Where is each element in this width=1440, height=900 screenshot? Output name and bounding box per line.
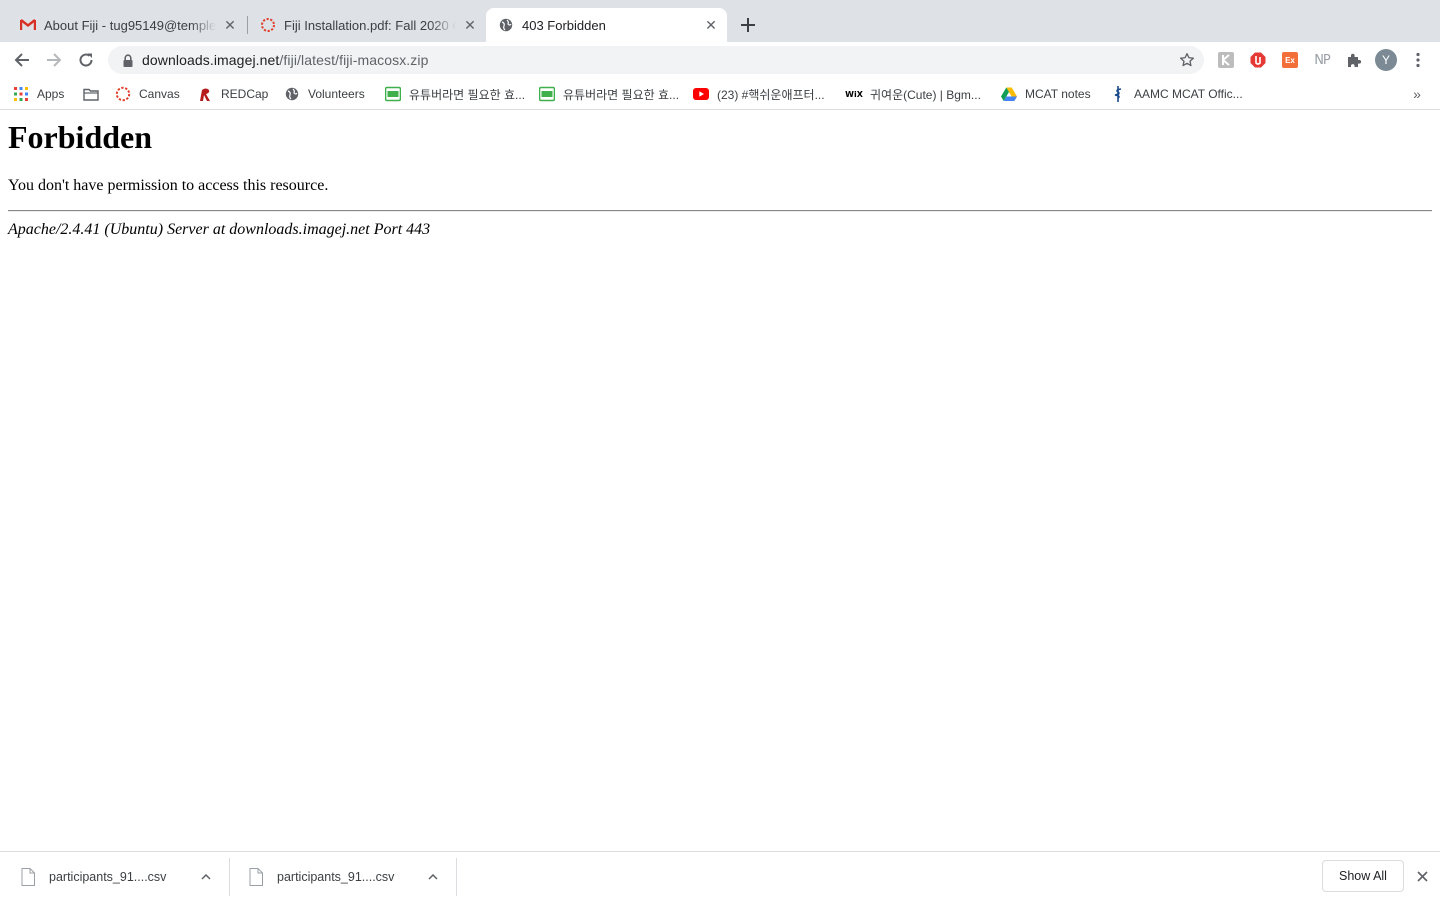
bookmark-blog-1[interactable]: 유튜버라면 필요한 효...: [385, 84, 525, 104]
arrow-right-icon: [47, 53, 62, 67]
bookmark-folder[interactable]: [83, 84, 107, 104]
tab-fiji-installation[interactable]: Fiji Installation.pdf: Fall 2020 Cell Bi…: [248, 8, 486, 42]
wix-icon: WiX: [845, 89, 863, 99]
puzzle-icon[interactable]: [1345, 51, 1363, 69]
bookmark-volunteers[interactable]: Volunteers: [284, 84, 365, 104]
download-separator: [456, 858, 457, 896]
error-message: You don't have permission to access this…: [8, 177, 329, 194]
chevron-up-icon[interactable]: [425, 869, 441, 885]
bookmark-label: MCAT notes: [1025, 87, 1091, 101]
close-tab-icon[interactable]: ✕: [462, 17, 478, 33]
bookmark-label: 유튜버라면 필요한 효...: [409, 87, 526, 102]
reload-button[interactable]: [72, 46, 100, 74]
bookmark-label: AAMC MCAT Offic...: [1134, 87, 1243, 101]
lock-icon[interactable]: [120, 52, 136, 68]
tab-title: Fiji Installation.pdf: Fall 2020 Cell Bi…: [284, 17, 456, 33]
apps-grid-icon: [13, 86, 29, 102]
bookmark-star-icon[interactable]: [1178, 51, 1196, 69]
blog-icon: [385, 86, 401, 102]
bookmark-label: (23) #핵쉬운애프터...: [717, 87, 825, 102]
bookmark-label: 귀여운(Cute) | Bgm...: [870, 87, 981, 102]
server-signature: Apache/2.4.41 (Ubuntu) Server at downloa…: [8, 221, 431, 238]
tab-strip: About Fiji - tug95149@temple.edu ✕ Fiji …: [0, 0, 1440, 42]
chevron-up-icon[interactable]: [198, 869, 214, 885]
canvas-icon: [260, 17, 276, 33]
adblock-icon[interactable]: [1249, 51, 1267, 69]
google-drive-icon: [1001, 86, 1017, 102]
page-heading: Forbidden: [8, 119, 153, 155]
url-host: downloads.imagej.net: [142, 52, 280, 68]
bookmark-canvas[interactable]: Canvas: [115, 84, 180, 104]
youtube-icon: [693, 86, 709, 102]
globe-icon: [498, 17, 514, 33]
bookmark-label: 유튜버라면 필요한 효...: [563, 87, 680, 102]
show-all-button[interactable]: Show All: [1322, 860, 1404, 892]
scholar-extension-icon[interactable]: [1217, 51, 1235, 69]
address-bar[interactable]: downloads.imagej.net/fiji/latest/fiji-ma…: [108, 46, 1204, 74]
tab-about-fiji[interactable]: About Fiji - tug95149@temple.edu ✕: [8, 8, 246, 42]
aamc-icon: [1110, 86, 1126, 102]
np-extension-icon[interactable]: NP: [1311, 51, 1333, 69]
divider: [8, 210, 1432, 212]
download-filename: participants_91....csv: [277, 870, 395, 884]
ex-label: Ex: [1285, 55, 1295, 65]
tab-title: 403 Forbidden: [522, 17, 606, 33]
globe-icon: [284, 86, 300, 102]
back-button[interactable]: [8, 46, 36, 74]
tab-title: About Fiji - tug95149@temple.edu: [44, 17, 216, 33]
bookmark-youtube[interactable]: (23) #핵쉬운애프터...: [693, 84, 825, 104]
browser-toolbar: downloads.imagej.net/fiji/latest/fiji-ma…: [0, 42, 1440, 78]
bookmark-apps[interactable]: Apps: [13, 84, 64, 104]
new-tab-button[interactable]: [736, 13, 760, 37]
bookmark-label: Canvas: [139, 87, 180, 101]
menu-kebab-icon[interactable]: [1410, 50, 1426, 70]
file-icon: [249, 868, 263, 886]
folder-icon: [83, 86, 99, 102]
plus-icon: [741, 18, 755, 32]
close-icon[interactable]: [1413, 867, 1431, 885]
bookmark-label: Volunteers: [308, 87, 365, 101]
bookmark-mcat-notes[interactable]: MCAT notes: [1001, 84, 1091, 104]
ex-extension-icon[interactable]: Ex: [1281, 51, 1299, 69]
arrow-left-icon: [14, 53, 29, 67]
canvas-icon: [115, 86, 131, 102]
close-tab-icon[interactable]: ✕: [703, 17, 719, 33]
download-item-1[interactable]: participants_91....csv: [0, 858, 229, 896]
bookmark-aamc[interactable]: AAMC MCAT Offic...: [1110, 84, 1243, 104]
gmail-icon: [20, 17, 36, 33]
page-content: Forbidden You don't have permission to a…: [0, 111, 1440, 851]
bookmarks-overflow-button[interactable]: »: [1408, 84, 1426, 104]
bookmark-label: Apps: [37, 87, 65, 101]
file-icon: [21, 868, 35, 886]
download-shelf: participants_91....csv participants_91..…: [0, 851, 1440, 900]
redcap-icon: [197, 86, 213, 102]
bookmark-redcap[interactable]: REDCap: [197, 84, 268, 104]
tab-403-forbidden[interactable]: 403 Forbidden ✕: [486, 8, 727, 42]
blog-icon: [539, 86, 555, 102]
bookmark-wix[interactable]: WiX 귀여운(Cute) | Bgm...: [845, 84, 981, 104]
download-filename: participants_91....csv: [49, 870, 167, 884]
url-text[interactable]: downloads.imagej.net/fiji/latest/fiji-ma…: [142, 52, 428, 68]
close-tab-icon[interactable]: ✕: [222, 17, 238, 33]
bookmark-blog-2[interactable]: 유튜버라면 필요한 효...: [539, 84, 679, 104]
download-item-2[interactable]: participants_91....csv: [228, 858, 456, 896]
url-path: /fiji/latest/fiji-macosx.zip: [279, 52, 429, 68]
bookmarks-bar: Apps Canvas REDCap Volunteers 유튜버라면 필요한 …: [0, 78, 1440, 110]
profile-avatar[interactable]: Y: [1375, 49, 1397, 71]
bookmark-label: REDCap: [221, 87, 269, 101]
reload-icon: [79, 53, 93, 67]
forward-button[interactable]: [40, 46, 68, 74]
